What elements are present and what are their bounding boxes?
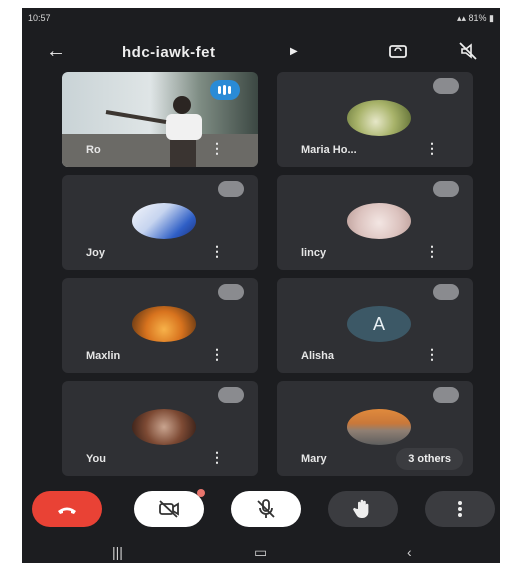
participant-tile-alisha[interactable]: A Alisha ⋮ [277, 278, 473, 373]
mic-off-icon [218, 387, 244, 403]
participant-name: Joy [86, 247, 105, 259]
status-battery: ▴▴ 81% ▮ [457, 13, 494, 24]
participant-name: Maxlin [86, 350, 121, 362]
recent-apps-icon[interactable]: ||| [112, 544, 123, 560]
battery-icon: ▮ [486, 13, 494, 23]
switch-camera-icon[interactable] [388, 41, 408, 61]
speaking-indicator-icon [210, 80, 240, 100]
system-nav-bar: ||| ▭ ‹ [22, 540, 500, 563]
avatar [132, 409, 196, 445]
battery-level: 81% [468, 13, 487, 23]
home-icon[interactable]: ▭ [254, 544, 267, 561]
raise-hand-button[interactable] [328, 491, 398, 527]
mic-toggle-button[interactable] [231, 491, 301, 527]
video-off-icon [159, 500, 179, 518]
more-options-icon[interactable]: ⋮ [210, 140, 224, 157]
participant-name: You [86, 453, 106, 465]
audio-output-off-icon[interactable] [458, 41, 478, 61]
mic-off-icon [433, 387, 459, 403]
participant-tile-maria[interactable]: Maria Ho... ⋮ [277, 72, 473, 167]
more-options-icon[interactable]: ⋮ [425, 243, 439, 260]
others-count-chip[interactable]: 3 others [396, 448, 463, 470]
more-options-icon[interactable]: ⋮ [210, 346, 224, 363]
mic-off-icon [218, 284, 244, 300]
participant-name: Mary [301, 453, 327, 465]
participant-tile-mary[interactable]: Mary 3 others [277, 381, 473, 476]
participant-name: Alisha [301, 350, 335, 362]
more-options-icon[interactable]: ⋮ [210, 449, 224, 466]
end-call-button[interactable] [32, 491, 102, 527]
status-time: 10:57 [28, 13, 51, 23]
participant-tile-ro[interactable]: Ro ⋮ [62, 72, 258, 167]
hang-up-icon [58, 507, 76, 514]
meet-screen: 10:57 ▴▴ 81% ▮ ← hdc-iawk-fet ▶ Ro ⋮ Mar… [22, 8, 500, 563]
mic-off-icon [257, 499, 275, 518]
participant-tile-joy[interactable]: Joy ⋮ [62, 175, 258, 270]
back-nav-icon[interactable]: ‹ [407, 544, 412, 560]
chevron-right-icon[interactable]: ▶ [290, 46, 298, 57]
mic-off-icon [433, 284, 459, 300]
participant-name: Maria Ho... [301, 144, 357, 156]
mic-off-icon [218, 181, 244, 197]
mic-off-icon [433, 78, 459, 94]
participant-tile-lincy[interactable]: lincy ⋮ [277, 175, 473, 270]
more-options-button[interactable] [425, 491, 495, 527]
notification-badge [197, 489, 205, 497]
participant-name: Ro [86, 144, 101, 156]
meeting-header: ← hdc-iawk-fet ▶ [22, 32, 500, 72]
avatar [347, 203, 411, 239]
back-arrow-icon[interactable]: ← [46, 40, 66, 63]
avatar-letter: A [347, 306, 411, 342]
status-bar: 10:57 ▴▴ 81% ▮ [22, 8, 500, 30]
hand-icon [353, 499, 369, 518]
avatar [132, 306, 196, 342]
more-vert-icon [458, 501, 462, 517]
call-controls [22, 486, 500, 536]
mic-off-icon [433, 181, 459, 197]
more-options-icon[interactable]: ⋮ [210, 243, 224, 260]
camera-toggle-button[interactable] [134, 489, 205, 527]
participant-tile-you[interactable]: You ⋮ [62, 381, 258, 476]
avatar [132, 203, 196, 239]
more-options-icon[interactable]: ⋮ [425, 140, 439, 157]
avatar [347, 100, 411, 136]
meeting-code[interactable]: hdc-iawk-fet [122, 44, 216, 61]
signal-icon: ▴▴ [456, 13, 469, 23]
participant-tile-maxlin[interactable]: Maxlin ⋮ [62, 278, 258, 373]
participant-name: lincy [301, 247, 327, 259]
more-options-icon[interactable]: ⋮ [425, 346, 439, 363]
avatar [347, 409, 411, 445]
